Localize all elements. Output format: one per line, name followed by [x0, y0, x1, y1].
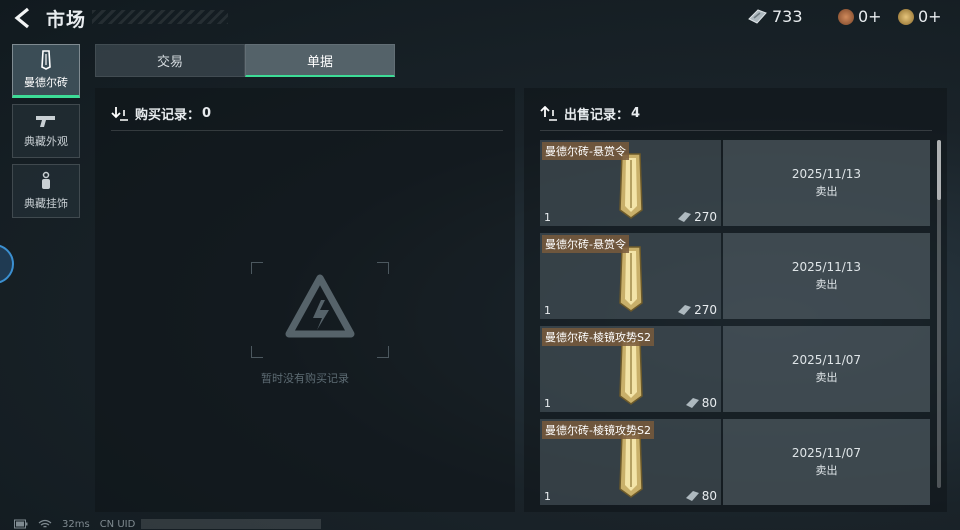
item-price: 80 — [684, 489, 717, 503]
uid-label: CN UID — [99, 518, 136, 530]
sale-record-info: 2025/11/13 卖出 — [723, 233, 930, 319]
empty-state-logo-icon — [251, 262, 389, 358]
sale-record-info: 2025/11/13 卖出 — [723, 140, 930, 226]
purchase-record-panel: 购买记录： 0 暂时没有购买记录 — [95, 88, 515, 512]
sale-record-count: 4 — [631, 106, 641, 121]
status-footer: 32ms CN UID — [14, 518, 322, 530]
item-quantity: 1 — [544, 304, 551, 317]
sidebar-item-label: 典藏挂饰 — [24, 197, 68, 210]
mandel-brick-item-icon — [619, 432, 643, 498]
item-price-value: 80 — [701, 396, 717, 410]
ticket-icon — [685, 491, 699, 501]
sale-record-label: 出售记录： — [564, 108, 630, 123]
sale-record-row[interactable]: 曼德尔砖-棱镜攻势S2 1 80 2025/11/07 卖出 — [540, 326, 930, 412]
purchase-arrow-icon — [111, 106, 128, 121]
sale-record-info: 2025/11/07 卖出 — [723, 419, 930, 505]
gun-icon — [36, 116, 55, 127]
back-arrow-icon[interactable] — [12, 6, 36, 30]
tab-orders[interactable]: 单据 — [245, 44, 395, 77]
ticket-icon — [678, 212, 692, 222]
bronze-coin-icon — [838, 8, 854, 25]
ticket-icon — [748, 8, 767, 24]
purchase-record-header: 购买记录： 0 — [111, 104, 211, 123]
item-name: 曼德尔砖-悬赏令 — [542, 142, 629, 160]
pendant-icon — [42, 171, 50, 189]
purchase-record-label: 购买记录： — [135, 108, 201, 123]
item-price: 270 — [676, 210, 717, 224]
sale-record-row[interactable]: 曼德尔砖-悬赏令 1 270 2025/11/13 卖出 — [540, 233, 930, 319]
gold-coin-icon — [898, 8, 914, 25]
uid-value-bar — [141, 519, 322, 529]
category-sidebar: 曼德尔砖 典藏外观 典藏挂饰 — [12, 44, 80, 224]
ticket-icon — [678, 305, 692, 315]
empty-state-text: 暂时没有购买记录 — [261, 372, 349, 385]
sale-record-item: 曼德尔砖-棱镜攻势S2 1 80 — [540, 419, 721, 505]
sale-record-info: 2025/11/07 卖出 — [723, 326, 930, 412]
sale-status: 卖出 — [815, 278, 838, 291]
item-price-value: 270 — [694, 303, 717, 317]
sale-arrow-icon — [540, 105, 557, 121]
item-price: 80 — [684, 396, 717, 410]
page-title: 市场 — [46, 9, 87, 31]
item-quantity: 1 — [544, 397, 551, 410]
wifi-icon — [38, 519, 52, 528]
mandel-brick-icon — [41, 50, 51, 70]
tab-trade[interactable]: 交易 — [95, 44, 245, 77]
mandel-brick-item-icon — [619, 153, 643, 219]
item-price-value: 80 — [701, 489, 717, 503]
sale-date: 2025/11/13 — [791, 167, 862, 181]
sale-record-item: 曼德尔砖-悬赏令 1 270 — [540, 233, 721, 319]
battery-icon — [14, 519, 28, 529]
currency-bronze[interactable]: 0+ — [838, 7, 882, 26]
sale-record-panel: 出售记录： 4 曼德尔砖-悬赏令 1 270 2025/11/13 卖出 曼德尔… — [524, 88, 947, 512]
currency-ticket[interactable]: 733 — [746, 7, 803, 26]
ping-text: 32ms — [62, 518, 90, 530]
item-name: 曼德尔砖-棱镜攻势S2 — [542, 328, 654, 346]
item-name: 曼德尔砖-棱镜攻势S2 — [542, 421, 654, 439]
sale-record-row[interactable]: 曼德尔砖-悬赏令 1 270 2025/11/13 卖出 — [540, 140, 930, 226]
mandel-brick-item-icon — [619, 339, 643, 405]
ticket-icon — [685, 398, 699, 408]
item-price: 270 — [676, 303, 717, 317]
sale-list-scrollbar[interactable] — [937, 140, 941, 488]
sale-status: 卖出 — [815, 464, 838, 477]
sidebar-item-mandel-brick[interactable]: 曼德尔砖 — [12, 44, 80, 98]
title-decoration — [92, 10, 228, 24]
sidebar-item-label: 典藏外观 — [24, 135, 68, 148]
item-quantity: 1 — [544, 211, 551, 224]
currency-gold[interactable]: 0+ — [898, 7, 942, 26]
divider — [111, 130, 503, 131]
sale-record-row[interactable]: 曼德尔砖-棱镜攻势S2 1 80 2025/11/07 卖出 — [540, 419, 930, 505]
top-bar: 市场 733 0+ 0+ — [0, 0, 960, 36]
currency-bronze-value: 0+ — [858, 7, 882, 26]
sale-record-header: 出售记录： 4 — [540, 104, 640, 123]
currency-ticket-value: 733 — [772, 7, 803, 26]
item-quantity: 1 — [544, 490, 551, 503]
purchase-record-count: 0 — [202, 106, 212, 121]
sale-record-item: 曼德尔砖-棱镜攻势S2 1 80 — [540, 326, 721, 412]
sidebar-item-collection-skin[interactable]: 典藏外观 — [12, 104, 80, 158]
side-event-badge[interactable] — [0, 244, 14, 284]
scrollbar-thumb[interactable] — [937, 140, 941, 200]
divider — [540, 130, 932, 131]
sale-record-item: 曼德尔砖-悬赏令 1 270 — [540, 140, 721, 226]
currency-gold-value: 0+ — [918, 7, 942, 26]
sale-date: 2025/11/07 — [791, 353, 862, 367]
sale-status: 卖出 — [815, 371, 838, 384]
sale-date: 2025/11/07 — [791, 446, 862, 460]
item-name: 曼德尔砖-悬赏令 — [542, 235, 629, 253]
mandel-brick-item-icon — [619, 246, 643, 312]
sidebar-item-label: 曼德尔砖 — [24, 76, 68, 89]
item-price-value: 270 — [694, 210, 717, 224]
sale-date: 2025/11/13 — [791, 260, 862, 274]
sale-status: 卖出 — [815, 185, 838, 198]
sidebar-item-collection-pendant[interactable]: 典藏挂饰 — [12, 164, 80, 218]
record-tabs: 交易 单据 — [95, 44, 395, 77]
